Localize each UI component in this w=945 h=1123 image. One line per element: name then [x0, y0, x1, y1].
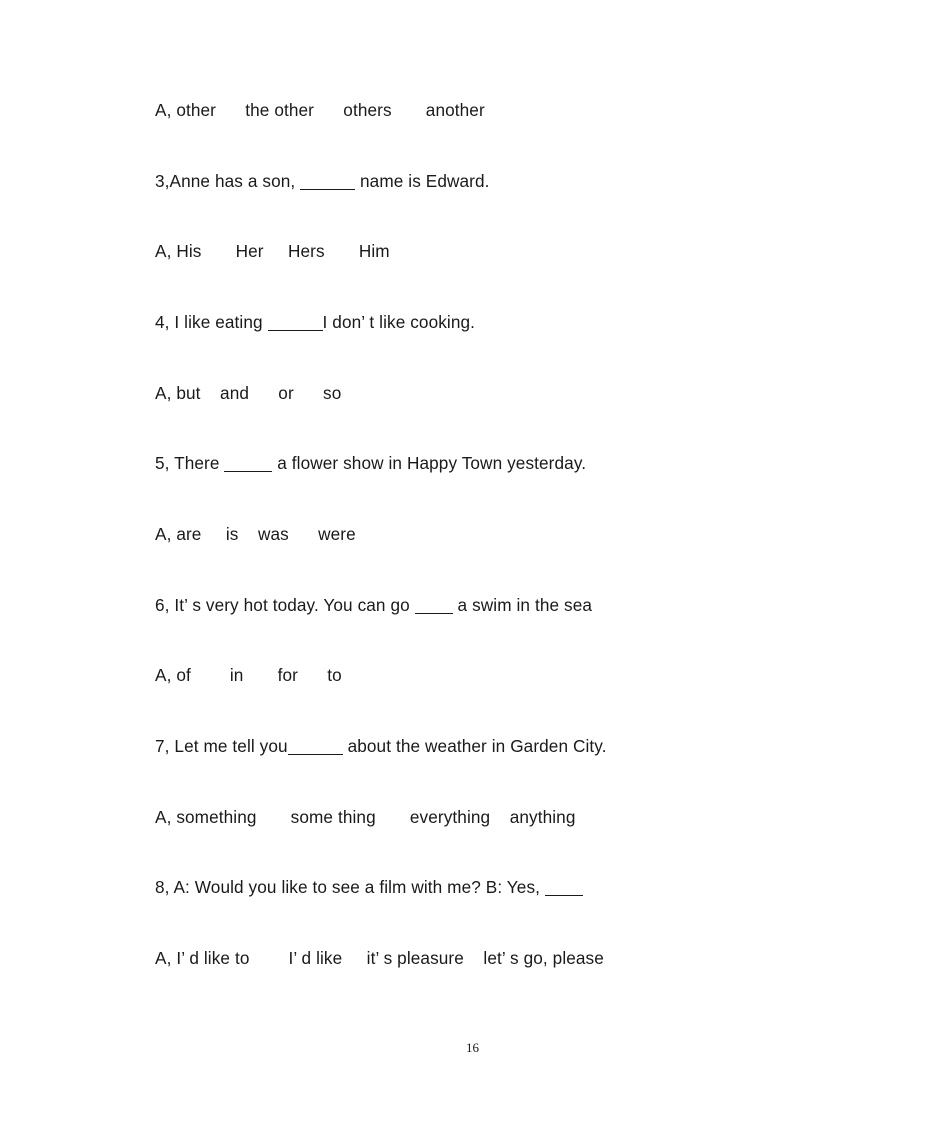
fill-in-blank[interactable] — [224, 458, 273, 472]
line-text: A, I’ d like to — [155, 948, 250, 968]
answer-options-line: A, are is was were — [155, 522, 356, 546]
line-text: a swim in the sea — [452, 595, 593, 615]
option-gap — [243, 665, 277, 685]
answer-options-line: A, of in for to — [155, 663, 342, 687]
line-text: Him — [358, 241, 390, 261]
line-text: A, but — [155, 383, 201, 403]
fill-in-blank[interactable] — [300, 176, 356, 190]
option-gap — [298, 665, 327, 685]
option-gap — [376, 807, 410, 827]
option-gap — [257, 807, 291, 827]
option-gap — [201, 383, 221, 403]
line-text: everything — [409, 807, 491, 827]
option-gap — [249, 383, 278, 403]
line-text: name is Edward. — [355, 171, 490, 191]
line-text: I’ d like — [288, 948, 343, 968]
line-text: A, other — [155, 100, 216, 120]
question-line: 8, A: Would you like to see a film with … — [155, 875, 583, 899]
option-gap — [490, 807, 510, 827]
answer-options-line: A, other the other others another — [155, 98, 485, 122]
answer-options-line: A, His Her Hers Him — [155, 239, 390, 263]
line-text: for — [277, 665, 298, 685]
option-gap — [325, 241, 359, 261]
fill-in-blank[interactable] — [544, 882, 583, 896]
line-text: A, are — [155, 524, 202, 544]
line-text: others — [343, 100, 392, 120]
line-text: so — [323, 383, 342, 403]
line-text: or — [278, 383, 294, 403]
line-text: Her — [235, 241, 264, 261]
answer-options-line: A, something some thing everything anyth… — [155, 805, 576, 829]
option-gap — [392, 100, 426, 120]
answer-options-line: A, I’ d like to I’ d like it’ s pleasure… — [155, 946, 604, 970]
line-text: anything — [509, 807, 576, 827]
option-gap — [216, 100, 245, 120]
question-line: 7, Let me tell you about the weather in … — [155, 734, 607, 758]
option-gap — [289, 524, 318, 544]
question-line: 4, I like eating I don’ t like cooking. — [155, 310, 475, 334]
line-text: a flower show in Happy Town yesterday. — [272, 453, 587, 473]
line-text: was — [258, 524, 289, 544]
line-text: 7, Let me tell you — [155, 736, 288, 756]
option-gap — [464, 948, 484, 968]
option-gap — [314, 100, 343, 120]
line-text: about the weather in Garden City. — [342, 736, 607, 756]
line-text: another — [425, 100, 485, 120]
answer-options-line: A, but and or so — [155, 381, 341, 405]
option-gap — [342, 948, 366, 968]
option-gap — [201, 524, 225, 544]
option-gap — [294, 383, 323, 403]
line-text: I don’ t like cooking. — [322, 312, 476, 332]
option-gap — [191, 665, 230, 685]
line-text: 6, It’ s very hot today. You can go — [155, 595, 415, 615]
line-text: in — [229, 665, 244, 685]
question-line: 5, There a flower show in Happy Town yes… — [155, 451, 586, 475]
fill-in-blank[interactable] — [287, 741, 343, 755]
page-number: 16 — [466, 1040, 479, 1055]
option-gap — [249, 948, 288, 968]
question-line: 6, It’ s very hot today. You can go a sw… — [155, 593, 592, 617]
line-text: it’ s pleasure — [366, 948, 464, 968]
option-gap — [264, 241, 288, 261]
line-text: the other — [245, 100, 315, 120]
fill-in-blank[interactable] — [267, 317, 323, 331]
line-text: 8, A: Would you like to see a film with … — [155, 877, 545, 897]
question-line: 3,Anne has a son, name is Edward. — [155, 169, 490, 193]
line-text: A, of — [155, 665, 191, 685]
line-text: 3,Anne has a son, — [155, 171, 301, 191]
line-text: A, something — [155, 807, 257, 827]
fill-in-blank[interactable] — [414, 600, 453, 614]
document-page: A, other the other others another 3,Anne … — [0, 0, 945, 1123]
line-text: 5, There — [155, 453, 225, 473]
line-text: and — [220, 383, 250, 403]
line-text: some thing — [290, 807, 376, 827]
line-text: is — [225, 524, 239, 544]
line-text: let’ s go, please — [483, 948, 604, 968]
line-text: were — [318, 524, 356, 544]
line-text: 4, I like eating — [155, 312, 268, 332]
line-text: to — [327, 665, 342, 685]
option-gap — [238, 524, 258, 544]
line-text: Hers — [287, 241, 325, 261]
line-text: A, His — [155, 241, 202, 261]
option-gap — [201, 241, 235, 261]
